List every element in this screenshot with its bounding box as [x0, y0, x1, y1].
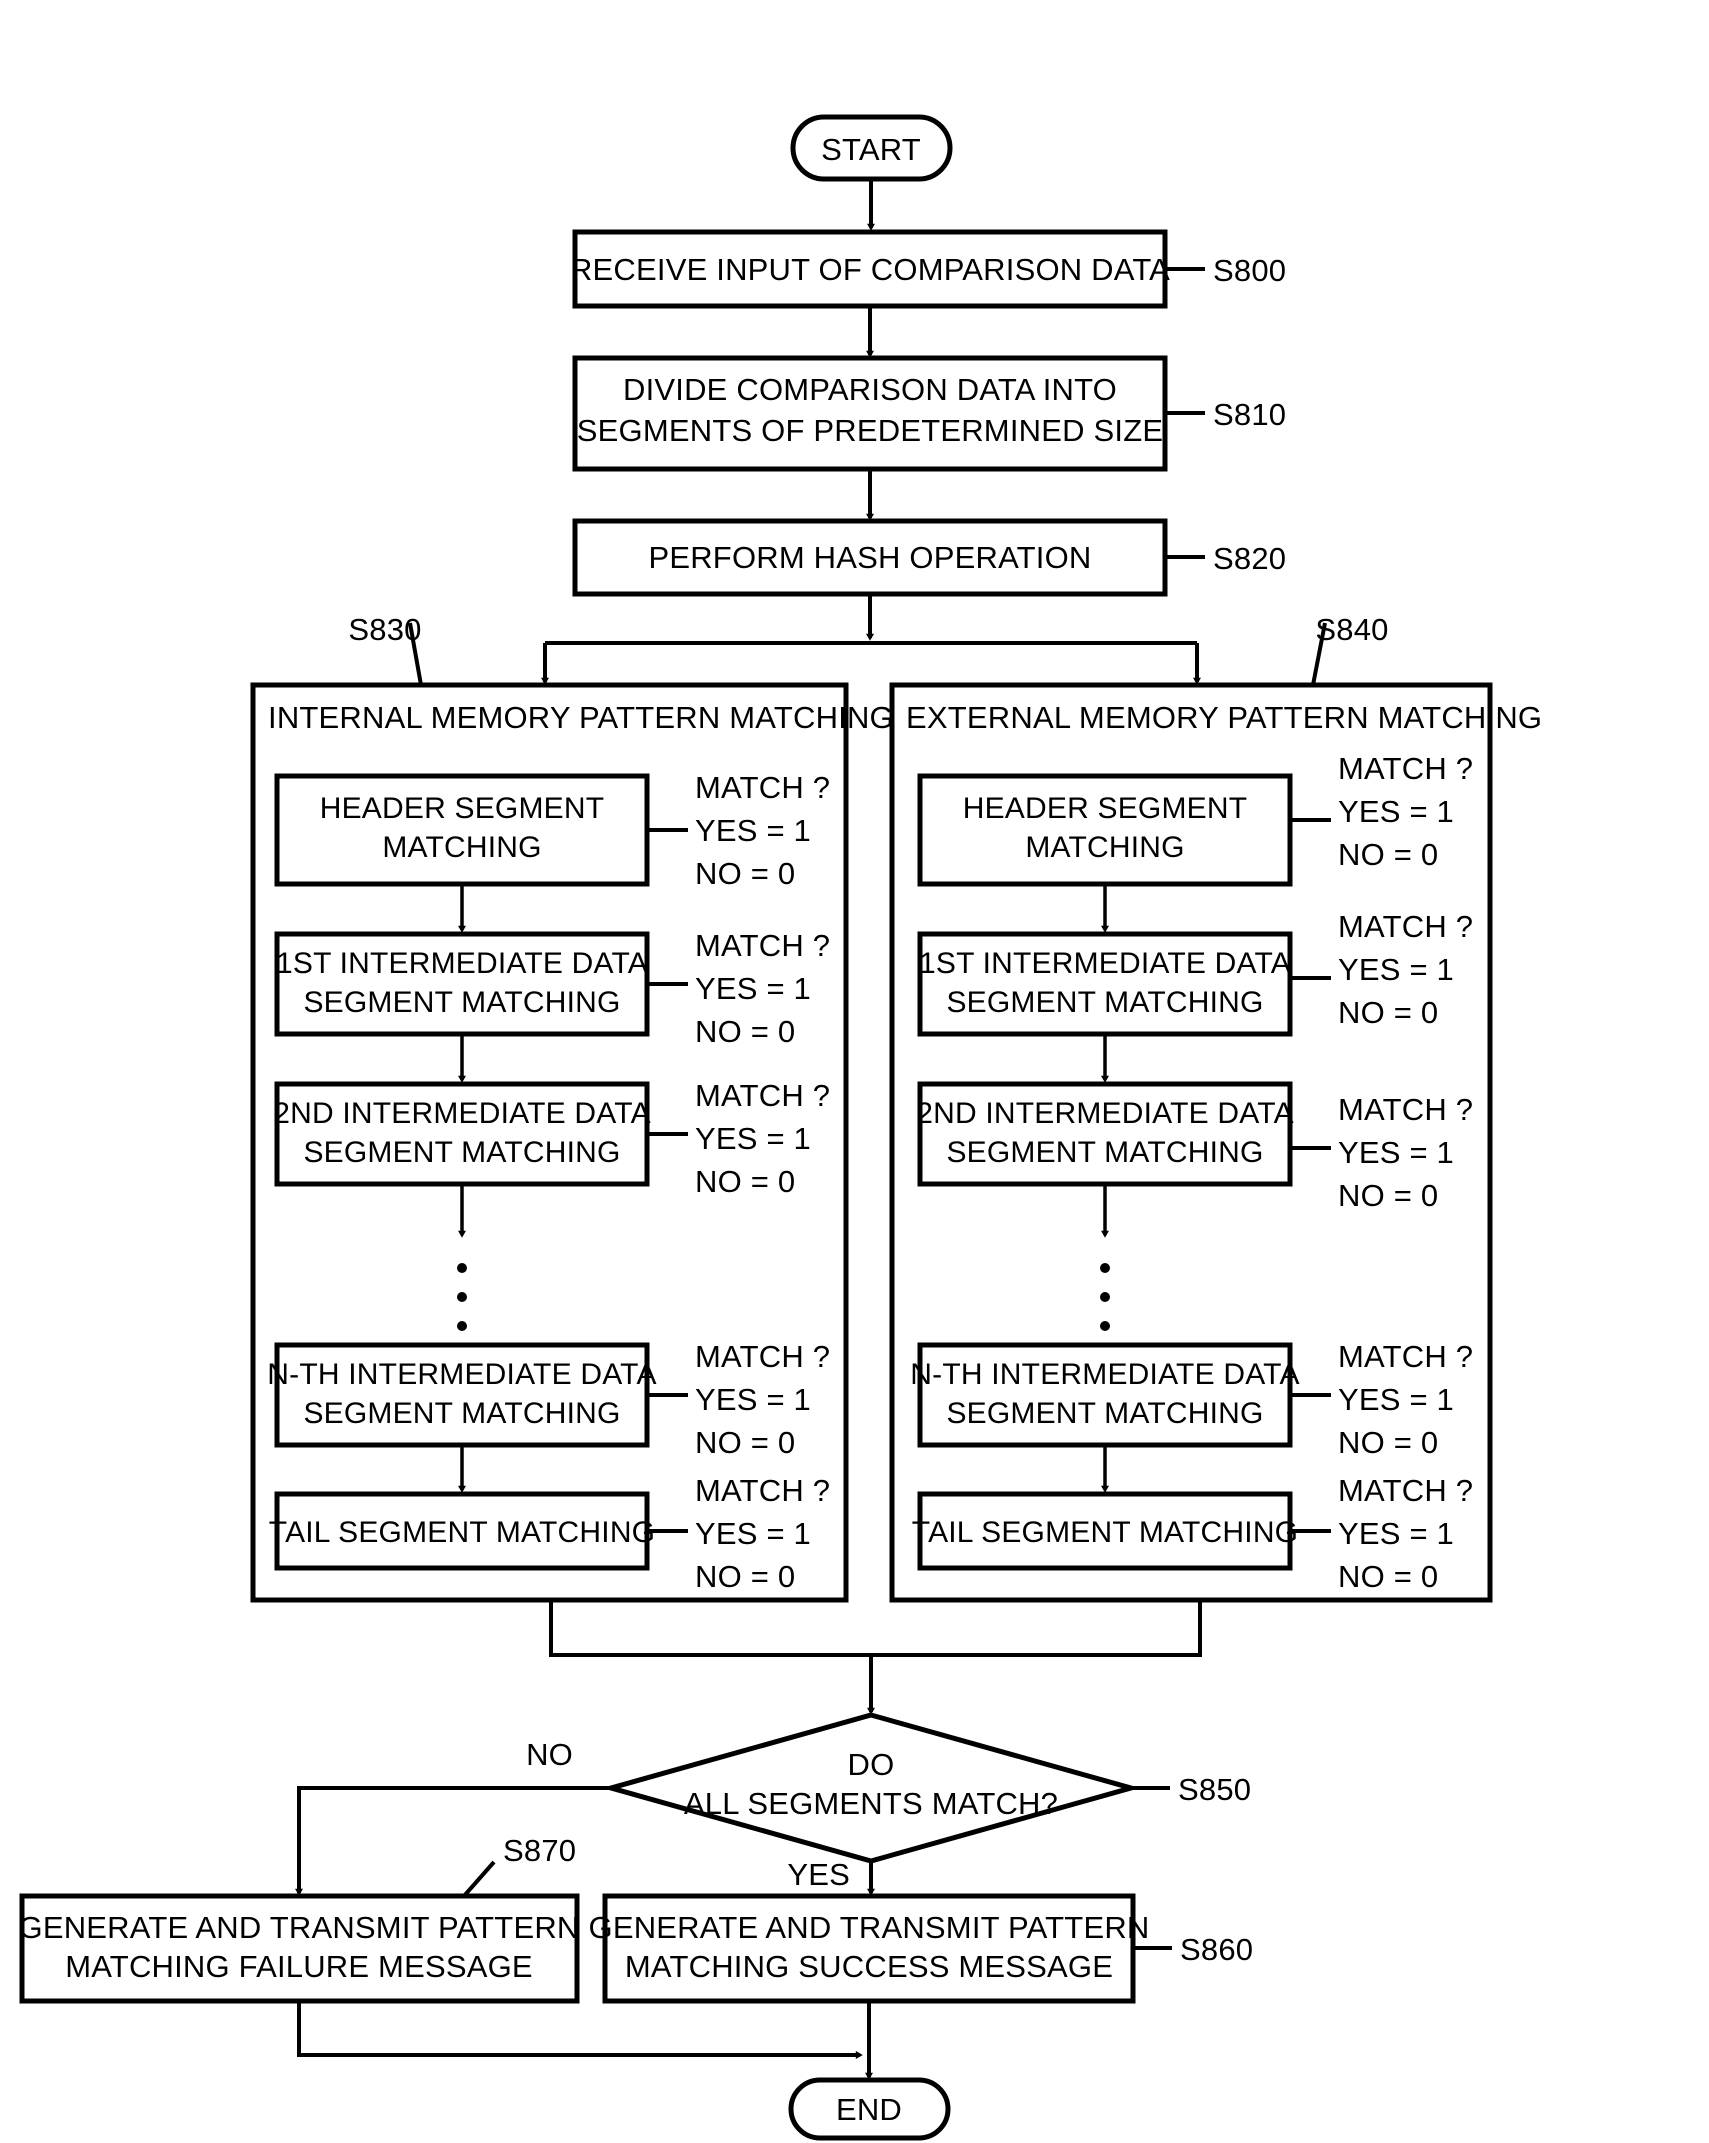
connector-failure-to-end-trunk	[297, 2001, 863, 2059]
decision-branch-no-label: NO	[526, 1737, 573, 1772]
panel-external-annot-2-no: NO = 0	[1338, 995, 1438, 1030]
panel-external-annot-4-no: NO = 0	[1338, 1425, 1438, 1460]
panel-external-box-3-line1: 2ND INTERMEDIATE DATA	[916, 1097, 1294, 1130]
panel-external-annot-1-q: MATCH ?	[1338, 751, 1473, 786]
panel-internal-annot-1-no: NO = 0	[695, 856, 795, 891]
panel-internal-annot-3-no: NO = 0	[695, 1164, 795, 1199]
outcome-box-s870-line1: GENERATE AND TRANSMIT PATTERN	[19, 1910, 580, 1945]
panel-internal-annot-2-yes: YES = 1	[695, 971, 811, 1006]
panel-external-box-2-line2: SEGMENT MATCHING	[946, 986, 1263, 1019]
panel-internal-annot-2-q: MATCH ?	[695, 928, 830, 963]
decision-ref-s850: S850	[1178, 1772, 1251, 1807]
flowchart-svg: START RECEIVE INPUT OF COMPARISON DATA S…	[19, 114, 1542, 2141]
outcome-box-s870-line2: MATCHING FAILURE MESSAGE	[65, 1949, 533, 1984]
panel-internal-annot-5-q: MATCH ?	[695, 1473, 830, 1508]
panel-external-annot-4-q: MATCH ?	[1338, 1339, 1473, 1374]
outcome-box-s860-line1: GENERATE AND TRANSMIT PATTERN	[589, 1910, 1150, 1945]
step-ref-s820: S820	[1213, 541, 1286, 576]
start-terminal-label: START	[821, 132, 921, 167]
leader-s870	[462, 1860, 496, 1898]
flowchart-sheet: START RECEIVE INPUT OF COMPARISON DATA S…	[0, 0, 1709, 2143]
panel-ref-s840: S840	[1315, 612, 1388, 647]
panel-internal-box-3-line1: 2ND INTERMEDIATE DATA	[273, 1097, 651, 1130]
panel-internal-box-2-line2: SEGMENT MATCHING	[303, 986, 620, 1019]
panel-internal-box-5-line1: TAIL SEGMENT MATCHING	[269, 1516, 655, 1549]
panel-external-annot-4-yes: YES = 1	[1338, 1382, 1454, 1417]
panel-internal-annot-3-q: MATCH ?	[695, 1078, 830, 1113]
panel-external-annot-5-yes: YES = 1	[1338, 1516, 1454, 1551]
panel-external-box-2-line1: 1ST INTERMEDIATE DATA	[919, 947, 1291, 980]
panel-internal-annot-5-no: NO = 0	[695, 1559, 795, 1594]
process-box-s810-label-line1: DIVIDE COMPARISON DATA INTO	[623, 372, 1117, 407]
outcome-box-s860-line2: MATCHING SUCCESS MESSAGE	[625, 1949, 1113, 1984]
end-terminal-label: END	[836, 2092, 902, 2127]
panel-internal-annot-2-no: NO = 0	[695, 1014, 795, 1049]
process-box-s810-label-line2: SEGMENTS OF PREDETERMINED SIZE	[577, 413, 1163, 448]
panel-internal-box-1-line2: MATCHING	[382, 831, 541, 864]
merge-bus-panels	[549, 1600, 1202, 1657]
panel-external-box-1-line2: MATCHING	[1025, 831, 1184, 864]
panel-external-annot-3-no: NO = 0	[1338, 1178, 1438, 1213]
step-ref-s800: S800	[1213, 253, 1286, 288]
panel-internal-box-2-line1: 1ST INTERMEDIATE DATA	[276, 947, 648, 980]
panel-external-annot-3-q: MATCH ?	[1338, 1092, 1473, 1127]
panel-internal-annot-1-yes: YES = 1	[695, 813, 811, 848]
panel-external-annot-1-yes: YES = 1	[1338, 794, 1454, 829]
panel-external-box-3-line2: SEGMENT MATCHING	[946, 1136, 1263, 1169]
panel-external-annot-5-no: NO = 0	[1338, 1559, 1438, 1594]
panel-external-annot-5-q: MATCH ?	[1338, 1473, 1473, 1508]
panel-external-annot-2-q: MATCH ?	[1338, 909, 1473, 944]
panel-internal-annot-5-yes: YES = 1	[695, 1516, 811, 1551]
panel-internal-annot-4-q: MATCH ?	[695, 1339, 830, 1374]
panel-internal-box-4-line2: SEGMENT MATCHING	[303, 1397, 620, 1430]
panel-external-annot-2-yes: YES = 1	[1338, 952, 1454, 987]
decision-label-line1: DO	[848, 1747, 895, 1782]
panel-internal-annot-4-yes: YES = 1	[695, 1382, 811, 1417]
panel-external-annot-3-yes: YES = 1	[1338, 1135, 1454, 1170]
panel-external-annot-1-no: NO = 0	[1338, 837, 1438, 872]
panel-external-box-4-line2: SEGMENT MATCHING	[946, 1397, 1263, 1430]
panel-internal-annot-4-no: NO = 0	[695, 1425, 795, 1460]
panel-internal-memory-title: INTERNAL MEMORY PATTERN MATCHING	[268, 700, 894, 735]
panel-external-box-4-line1: N-TH INTERMEDIATE DATA	[910, 1358, 1299, 1391]
panel-external-memory-title: EXTERNAL MEMORY PATTERN MATCHING	[906, 700, 1542, 735]
process-box-s820-label: PERFORM HASH OPERATION	[648, 540, 1091, 575]
panel-ref-s830: S830	[348, 612, 421, 647]
decision-label-line2: ALL SEGMENTS MATCH?	[684, 1786, 1058, 1821]
panel-internal-annot-1-q: MATCH ?	[695, 770, 830, 805]
step-ref-s810: S810	[1213, 397, 1286, 432]
panel-internal-box-3-line2: SEGMENT MATCHING	[303, 1136, 620, 1169]
panel-external-box-5-line1: TAIL SEGMENT MATCHING	[912, 1516, 1298, 1549]
panel-internal-annot-3-yes: YES = 1	[695, 1121, 811, 1156]
outcome-ref-s860: S860	[1180, 1932, 1253, 1967]
panel-internal-box-4-line1: N-TH INTERMEDIATE DATA	[267, 1358, 656, 1391]
outcome-ref-s870: S870	[503, 1833, 576, 1868]
decision-branch-yes-label: YES	[787, 1857, 850, 1892]
process-box-s800-label: RECEIVE INPUT OF COMPARISON DATA	[570, 252, 1170, 287]
panel-external-box-1-line1: HEADER SEGMENT	[963, 792, 1248, 825]
panel-internal-box-1-line1: HEADER SEGMENT	[320, 792, 605, 825]
